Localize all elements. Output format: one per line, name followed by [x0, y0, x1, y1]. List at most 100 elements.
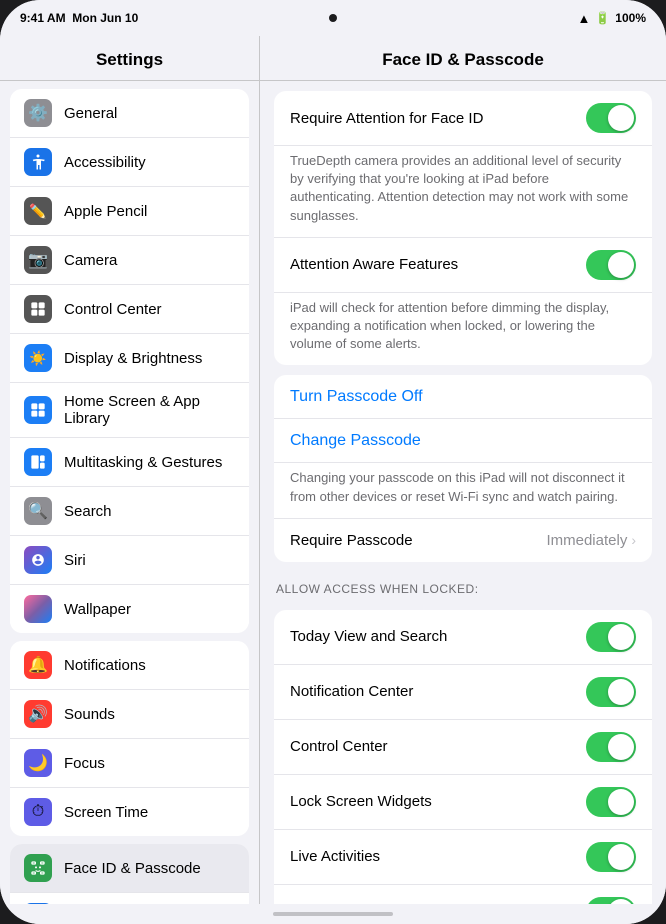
require-passcode-row[interactable]: Require Passcode Immediately › — [274, 518, 652, 562]
attention-aware-label: Attention Aware Features — [290, 256, 586, 273]
sidebar-item-screen-time[interactable]: ⏱ Screen Time — [10, 788, 249, 836]
home-screen-label: Home Screen & App Library — [64, 393, 235, 427]
notification-center-row: Notification Center — [274, 665, 652, 720]
general-label: General — [64, 105, 117, 122]
siri-icon — [24, 546, 52, 574]
focus-label: Focus — [64, 755, 105, 772]
apple-pencil-icon: ✏️ — [24, 197, 52, 225]
require-passcode-label: Require Passcode — [290, 532, 546, 549]
control-center-icon — [24, 295, 52, 323]
passcode-section: Turn Passcode Off Change Passcode Changi… — [274, 375, 652, 561]
attention-aware-row: Attention Aware Features — [274, 237, 652, 293]
control-center-label: Control Center — [64, 301, 162, 318]
multitasking-label: Multitasking & Gestures — [64, 454, 222, 471]
require-attention-row: Require Attention for Face ID — [274, 91, 652, 146]
sidebar-section-2: 🔔 Notifications 🔊 Sounds 🌙 Focus ⏱ Scree… — [10, 641, 249, 836]
notification-center-toggle[interactable] — [586, 677, 636, 707]
search-icon: 🔍 — [24, 497, 52, 525]
sidebar-item-general[interactable]: ⚙️ General — [10, 89, 249, 138]
camera-dot — [329, 14, 337, 22]
accessibility-icon — [24, 148, 52, 176]
allow-access-header-container: ALLOW ACCESS WHEN LOCKED: — [260, 572, 666, 600]
lock-screen-widgets-row: Lock Screen Widgets — [274, 775, 652, 830]
live-activities-toggle[interactable] — [586, 842, 636, 872]
wifi-icon: ▲ — [577, 11, 590, 26]
sidebar-item-siri[interactable]: Siri — [10, 536, 249, 585]
sidebar-item-face-id[interactable]: Face ID & Passcode — [10, 844, 249, 893]
sidebar-item-wallpaper[interactable]: Wallpaper — [10, 585, 249, 633]
sidebar-item-multitasking[interactable]: Multitasking & Gestures — [10, 438, 249, 487]
siri-label: Siri — [64, 552, 86, 569]
sidebar-item-control-center[interactable]: Control Center — [10, 285, 249, 334]
device-frame: 9:41 AM Mon Jun 10 ▲ 🔋 100% Settings ⚙️ … — [0, 0, 666, 924]
screen-time-label: Screen Time — [64, 804, 148, 821]
status-time: 9:41 AM Mon Jun 10 — [20, 11, 138, 25]
attention-section: Require Attention for Face ID TrueDepth … — [274, 91, 652, 365]
sidebar-item-notifications[interactable]: 🔔 Notifications — [10, 641, 249, 690]
sidebar-item-sounds[interactable]: 🔊 Sounds — [10, 690, 249, 739]
today-view-label: Today View and Search — [290, 628, 586, 645]
require-attention-knob — [608, 105, 634, 131]
siri-row: Siri — [274, 885, 652, 904]
today-view-row: Today View and Search — [274, 610, 652, 665]
notifications-icon: 🔔 — [24, 651, 52, 679]
require-attention-toggle[interactable] — [586, 103, 636, 133]
sidebar-item-display[interactable]: ☀️ Display & Brightness — [10, 334, 249, 383]
turn-passcode-off-label: Turn Passcode Off — [290, 388, 423, 406]
today-view-toggle[interactable] — [586, 622, 636, 652]
wallpaper-icon — [24, 595, 52, 623]
siri-toggle[interactable] — [586, 897, 636, 904]
accessibility-label: Accessibility — [64, 154, 146, 171]
sidebar-item-search[interactable]: 🔍 Search — [10, 487, 249, 536]
face-id-icon — [24, 854, 52, 882]
camera-icon: 📷 — [24, 246, 52, 274]
lock-screen-widgets-label: Lock Screen Widgets — [290, 793, 586, 810]
require-passcode-chevron: › — [631, 532, 636, 548]
attention-aware-toggle[interactable] — [586, 250, 636, 280]
passcode-desc: Changing your passcode on this iPad will… — [274, 463, 652, 517]
sidebar-item-home-screen[interactable]: Home Screen & App Library — [10, 383, 249, 438]
general-icon: ⚙️ — [24, 99, 52, 127]
control-center-toggle[interactable] — [586, 732, 636, 762]
sidebar-title: Settings — [0, 36, 259, 81]
sidebar-item-focus[interactable]: 🌙 Focus — [10, 739, 249, 788]
sidebar: Settings ⚙️ General Accessibility ✏️ App… — [0, 36, 260, 904]
apple-pencil-label: Apple Pencil — [64, 203, 147, 220]
sidebar-item-camera[interactable]: 📷 Camera — [10, 236, 249, 285]
display-icon: ☀️ — [24, 344, 52, 372]
status-indicators: ▲ 🔋 100% — [577, 11, 646, 26]
sounds-icon: 🔊 — [24, 700, 52, 728]
sidebar-item-apple-pencil[interactable]: ✏️ Apple Pencil — [10, 187, 249, 236]
focus-icon: 🌙 — [24, 749, 52, 777]
change-passcode-label: Change Passcode — [290, 432, 421, 450]
sounds-label: Sounds — [64, 706, 115, 723]
status-bar: 9:41 AM Mon Jun 10 ▲ 🔋 100% — [0, 0, 666, 36]
require-attention-desc: TrueDepth camera provides an additional … — [274, 146, 652, 237]
turn-passcode-off-row[interactable]: Turn Passcode Off — [274, 375, 652, 419]
panel-title: Face ID & Passcode — [260, 36, 666, 81]
allow-access-section: Today View and Search Notification Cente… — [274, 610, 652, 904]
sidebar-item-accessibility[interactable]: Accessibility — [10, 138, 249, 187]
main-content: Settings ⚙️ General Accessibility ✏️ App… — [0, 36, 666, 904]
home-indicator — [0, 904, 666, 924]
change-passcode-row[interactable]: Change Passcode — [274, 419, 652, 463]
camera-label: Camera — [64, 252, 117, 269]
home-bar — [273, 912, 393, 916]
sidebar-section-3: Face ID & Passcode 🤚 Privacy & Security — [10, 844, 249, 904]
wallpaper-label: Wallpaper — [64, 601, 131, 618]
home-screen-icon — [24, 396, 52, 424]
screen-time-icon: ⏱ — [24, 798, 52, 826]
battery-icon: 🔋 — [595, 11, 610, 25]
live-activities-row: Live Activities — [274, 830, 652, 885]
allow-access-header: ALLOW ACCESS WHEN LOCKED: — [260, 572, 666, 600]
lock-screen-widgets-toggle[interactable] — [586, 787, 636, 817]
right-panel: Face ID & Passcode Require Attention for… — [260, 36, 666, 904]
notifications-label: Notifications — [64, 657, 146, 674]
display-label: Display & Brightness — [64, 350, 202, 367]
sidebar-item-privacy[interactable]: 🤚 Privacy & Security — [10, 893, 249, 904]
require-passcode-value: Immediately — [546, 532, 627, 549]
search-label: Search — [64, 503, 112, 520]
sidebar-section-1: ⚙️ General Accessibility ✏️ Apple Pencil… — [10, 89, 249, 633]
control-center-row: Control Center — [274, 720, 652, 775]
control-center-label: Control Center — [290, 738, 586, 755]
